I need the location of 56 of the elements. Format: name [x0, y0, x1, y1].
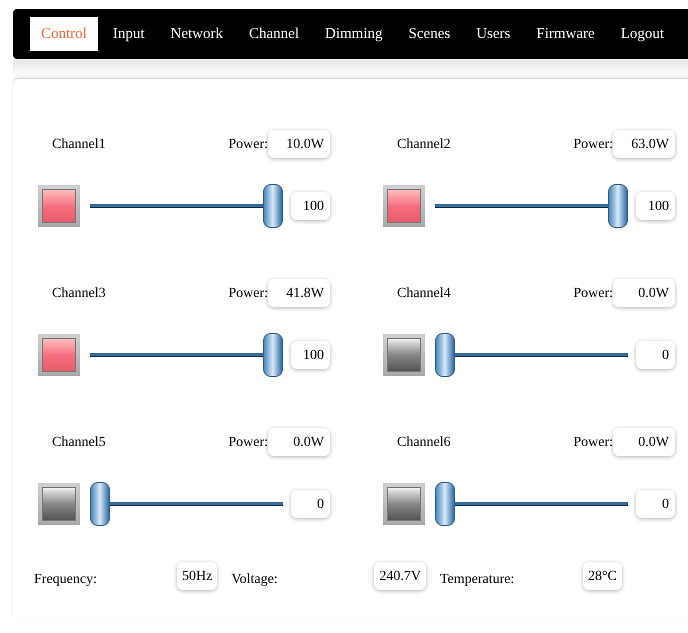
toggle-button[interactable] [383, 334, 425, 376]
slider-track[interactable] [435, 184, 628, 228]
slider-thumb[interactable] [263, 184, 283, 228]
channel-name: Channel1 [51, 136, 107, 154]
channel-name: Channel5 [51, 434, 107, 452]
toggle-button[interactable] [38, 185, 80, 227]
nav-tab[interactable]: Scenes [398, 17, 462, 51]
status-value: 240.7V [374, 562, 426, 590]
value-field[interactable]: 0 [636, 341, 675, 369]
slider-track[interactable] [90, 333, 283, 377]
nav-tab[interactable]: Firmware [525, 17, 606, 51]
power-label: Power: [228, 136, 268, 154]
channel-name: Channel2 [396, 136, 452, 154]
toggle-button[interactable] [38, 483, 80, 525]
value-field[interactable]: 0 [636, 490, 675, 518]
value-field[interactable]: 100 [291, 341, 330, 369]
power-field: 63.0W [613, 130, 675, 158]
power-field: 0.0W [613, 428, 675, 456]
power-label: Power: [573, 284, 613, 302]
status-label: Temperature: [440, 570, 516, 588]
power-field: 10.0W [268, 130, 330, 158]
nav-tab[interactable]: Users [465, 17, 522, 51]
slider-track[interactable] [435, 333, 628, 377]
slider-track[interactable] [90, 482, 283, 526]
slider-thumb[interactable] [435, 482, 455, 526]
nav-tab[interactable]: Channel [238, 17, 310, 51]
status-label: Frequency: [34, 570, 98, 588]
status-label: Voltage: [231, 570, 279, 588]
power-field: 0.0W [613, 279, 675, 307]
power-label: Power: [573, 136, 613, 154]
toggle-button[interactable] [38, 334, 80, 376]
slider-thumb[interactable] [435, 333, 455, 377]
power-label: Power: [573, 434, 613, 452]
channel-name: Channel6 [396, 434, 452, 452]
toggle-button[interactable] [383, 483, 425, 525]
toggle-button[interactable] [383, 185, 425, 227]
channel-name: Channel4 [396, 284, 452, 302]
nav-tab[interactable]: Network [160, 17, 234, 51]
slider-track[interactable] [90, 184, 283, 228]
value-field[interactable]: 100 [291, 192, 330, 220]
nav-tab[interactable]: Dimming [314, 17, 394, 51]
slider-thumb[interactable] [263, 333, 283, 377]
power-field: 41.8W [268, 279, 330, 307]
nav-tab[interactable]: Logout [610, 17, 676, 51]
value-field[interactable]: 0 [291, 490, 330, 518]
status-value: 50Hz [177, 562, 218, 590]
value-field[interactable]: 100 [636, 192, 675, 220]
slider-track[interactable] [435, 482, 628, 526]
channel-name: Channel3 [51, 284, 107, 302]
status-value: 28°C [582, 562, 622, 590]
power-field: 0.0W [268, 428, 330, 456]
power-label: Power: [228, 434, 268, 452]
slider-thumb[interactable] [90, 482, 110, 526]
power-label: Power: [228, 284, 268, 302]
nav-tab[interactable]: Input [102, 17, 156, 51]
slider-thumb[interactable] [608, 184, 628, 228]
